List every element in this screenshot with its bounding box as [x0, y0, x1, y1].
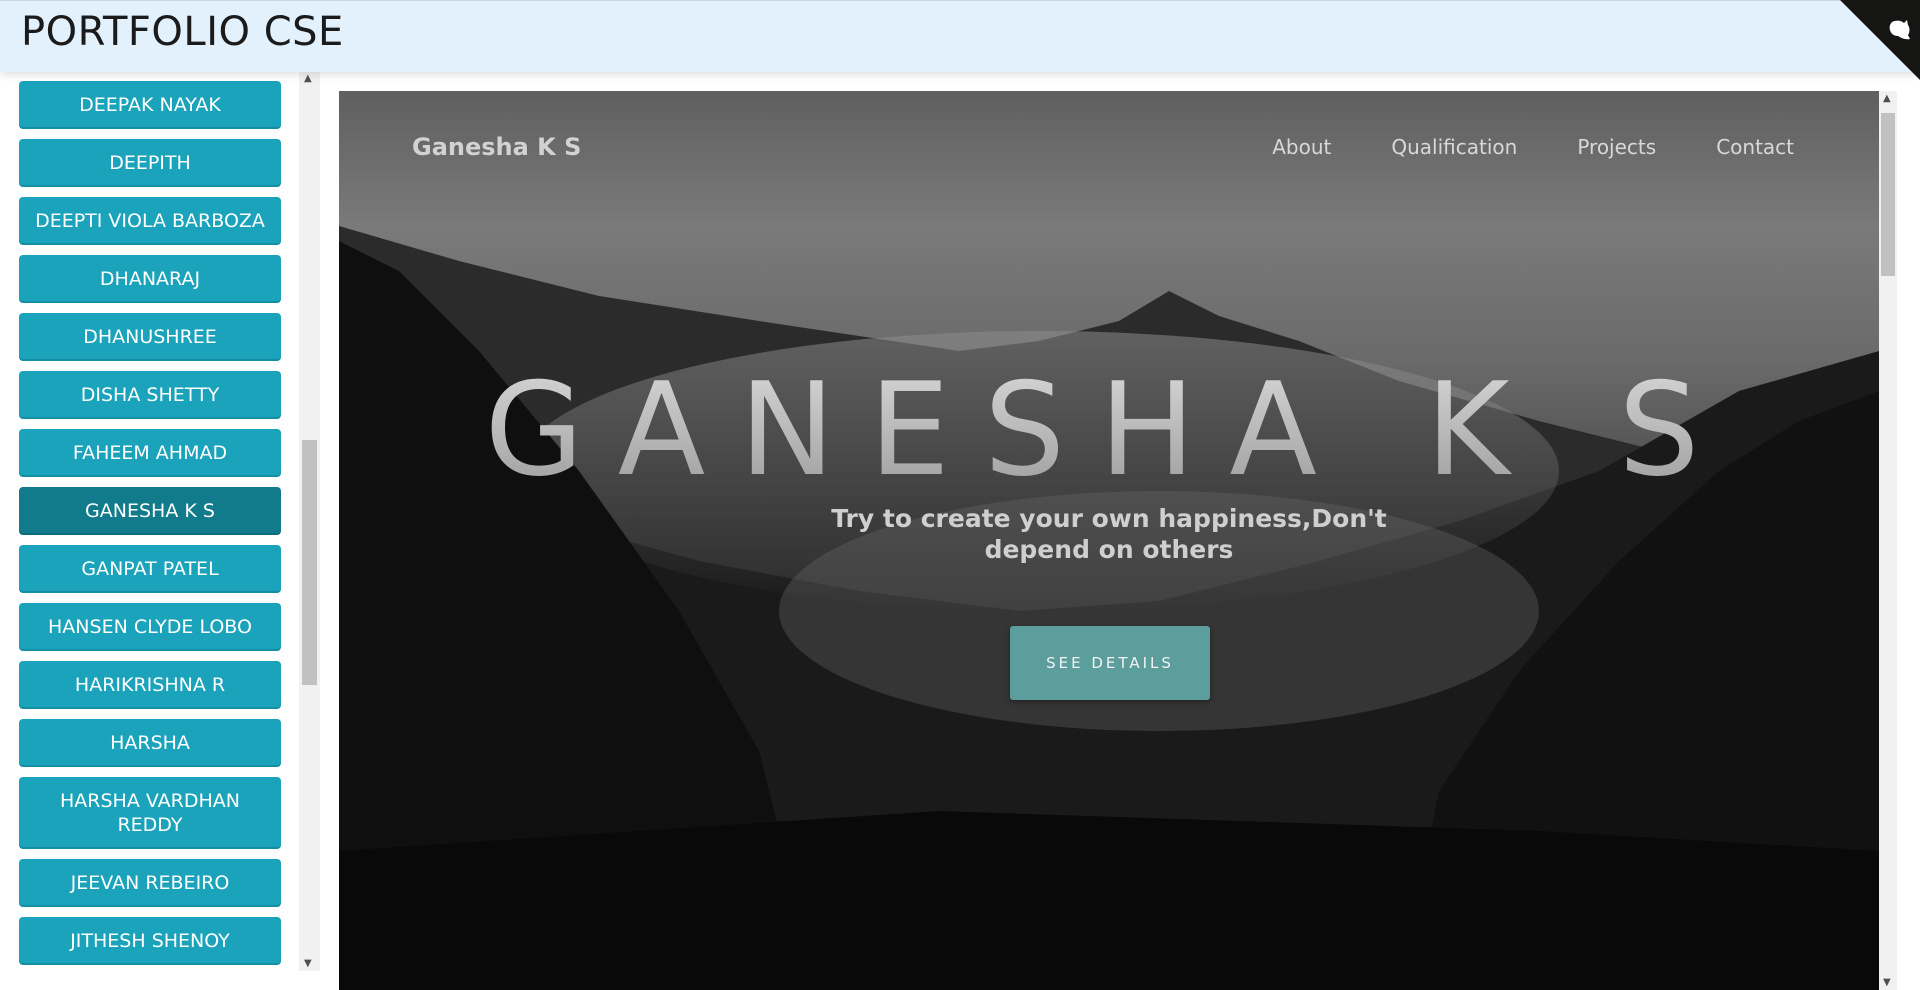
scroll-up-arrow-icon[interactable]: ▲	[1883, 93, 1891, 104]
nav-projects[interactable]: Projects	[1577, 135, 1656, 159]
student-sidebar: DEEPAK NAYAK DEEPITH DEEPTI VIOLA BARBOZA D…	[0, 71, 320, 990]
portfolio-nav: About Qualification Projects Contact	[1212, 135, 1794, 159]
sidebar-item-deepith[interactable]: DEEPITH	[19, 139, 281, 187]
top-header: PORTFOLIO CSE	[0, 0, 1920, 72]
sidebar-item-harsha-vardhan-reddy[interactable]: HARSHA VARDHAN REDDY	[19, 777, 281, 849]
sidebar-item-jithesh-shenoy[interactable]: JITHESH SHENOY	[19, 917, 281, 965]
sidebar-item-deepak-nayak[interactable]: DEEPAK NAYAK	[19, 81, 281, 129]
sidebar-item-jeevan-rebeiro[interactable]: JEEVAN REBEIRO	[19, 859, 281, 907]
preview-scrollbar[interactable]: ▲ ▼	[1879, 91, 1897, 990]
scroll-down-arrow-icon[interactable]: ▼	[1883, 977, 1891, 988]
nav-about[interactable]: About	[1272, 135, 1331, 159]
sidebar-item-dhanushree[interactable]: DHANUSHREE	[19, 313, 281, 361]
sidebar-item-disha-shetty[interactable]: DISHA SHETTY	[19, 371, 281, 419]
sidebar-item-dhanaraj[interactable]: DHANARAJ	[19, 255, 281, 303]
preview-scroll-thumb[interactable]	[1881, 113, 1895, 276]
scroll-down-arrow-icon[interactable]: ▼	[304, 958, 312, 969]
app-window: PORTFOLIO CSE DEEPAK NAYAK DEEPITH DEEPTI …	[0, 0, 1920, 990]
sidebar-item-ganesha-k-s[interactable]: GANESHA K S	[19, 487, 281, 535]
sidebar-item-harsha[interactable]: HARSHA	[19, 719, 281, 767]
github-cat-icon	[1840, 0, 1920, 80]
see-details-button[interactable]: SEE DETAILS	[1010, 626, 1210, 700]
scroll-up-arrow-icon[interactable]: ▲	[304, 73, 312, 84]
nav-qualification[interactable]: Qualification	[1391, 135, 1517, 159]
sidebar-item-harikrishna-r[interactable]: HARIKRISHNA R	[19, 661, 281, 709]
sidebar-item-ganpat-patel[interactable]: GANPAT PATEL	[19, 545, 281, 593]
nav-contact[interactable]: Contact	[1716, 135, 1794, 159]
sidebar-scroll-thumb[interactable]	[302, 440, 317, 685]
portfolio-preview: Ganesha K S About Qualification Projects…	[339, 91, 1897, 990]
sidebar-item-hansen-clyde-lobo[interactable]: HANSEN CLYDE LOBO	[19, 603, 281, 651]
sidebar-item-faheem-ahmad[interactable]: FAHEEM AHMAD	[19, 429, 281, 477]
sidebar-item-deepti-viola-barboza[interactable]: DEEPTI VIOLA BARBOZA	[19, 197, 281, 245]
hero-title: GANESHA K S	[339, 356, 1879, 505]
github-corner-link[interactable]	[1840, 0, 1920, 80]
portfolio-brand[interactable]: Ganesha K S	[412, 133, 581, 161]
sidebar-scrollbar[interactable]: ▲ ▼	[299, 71, 320, 971]
hero-subtitle: Try to create your own happiness,Don't d…	[831, 504, 1387, 564]
page-title: PORTFOLIO CSE	[21, 9, 344, 55]
student-list: DEEPAK NAYAK DEEPITH DEEPTI VIOLA BARBOZA D…	[19, 81, 281, 975]
